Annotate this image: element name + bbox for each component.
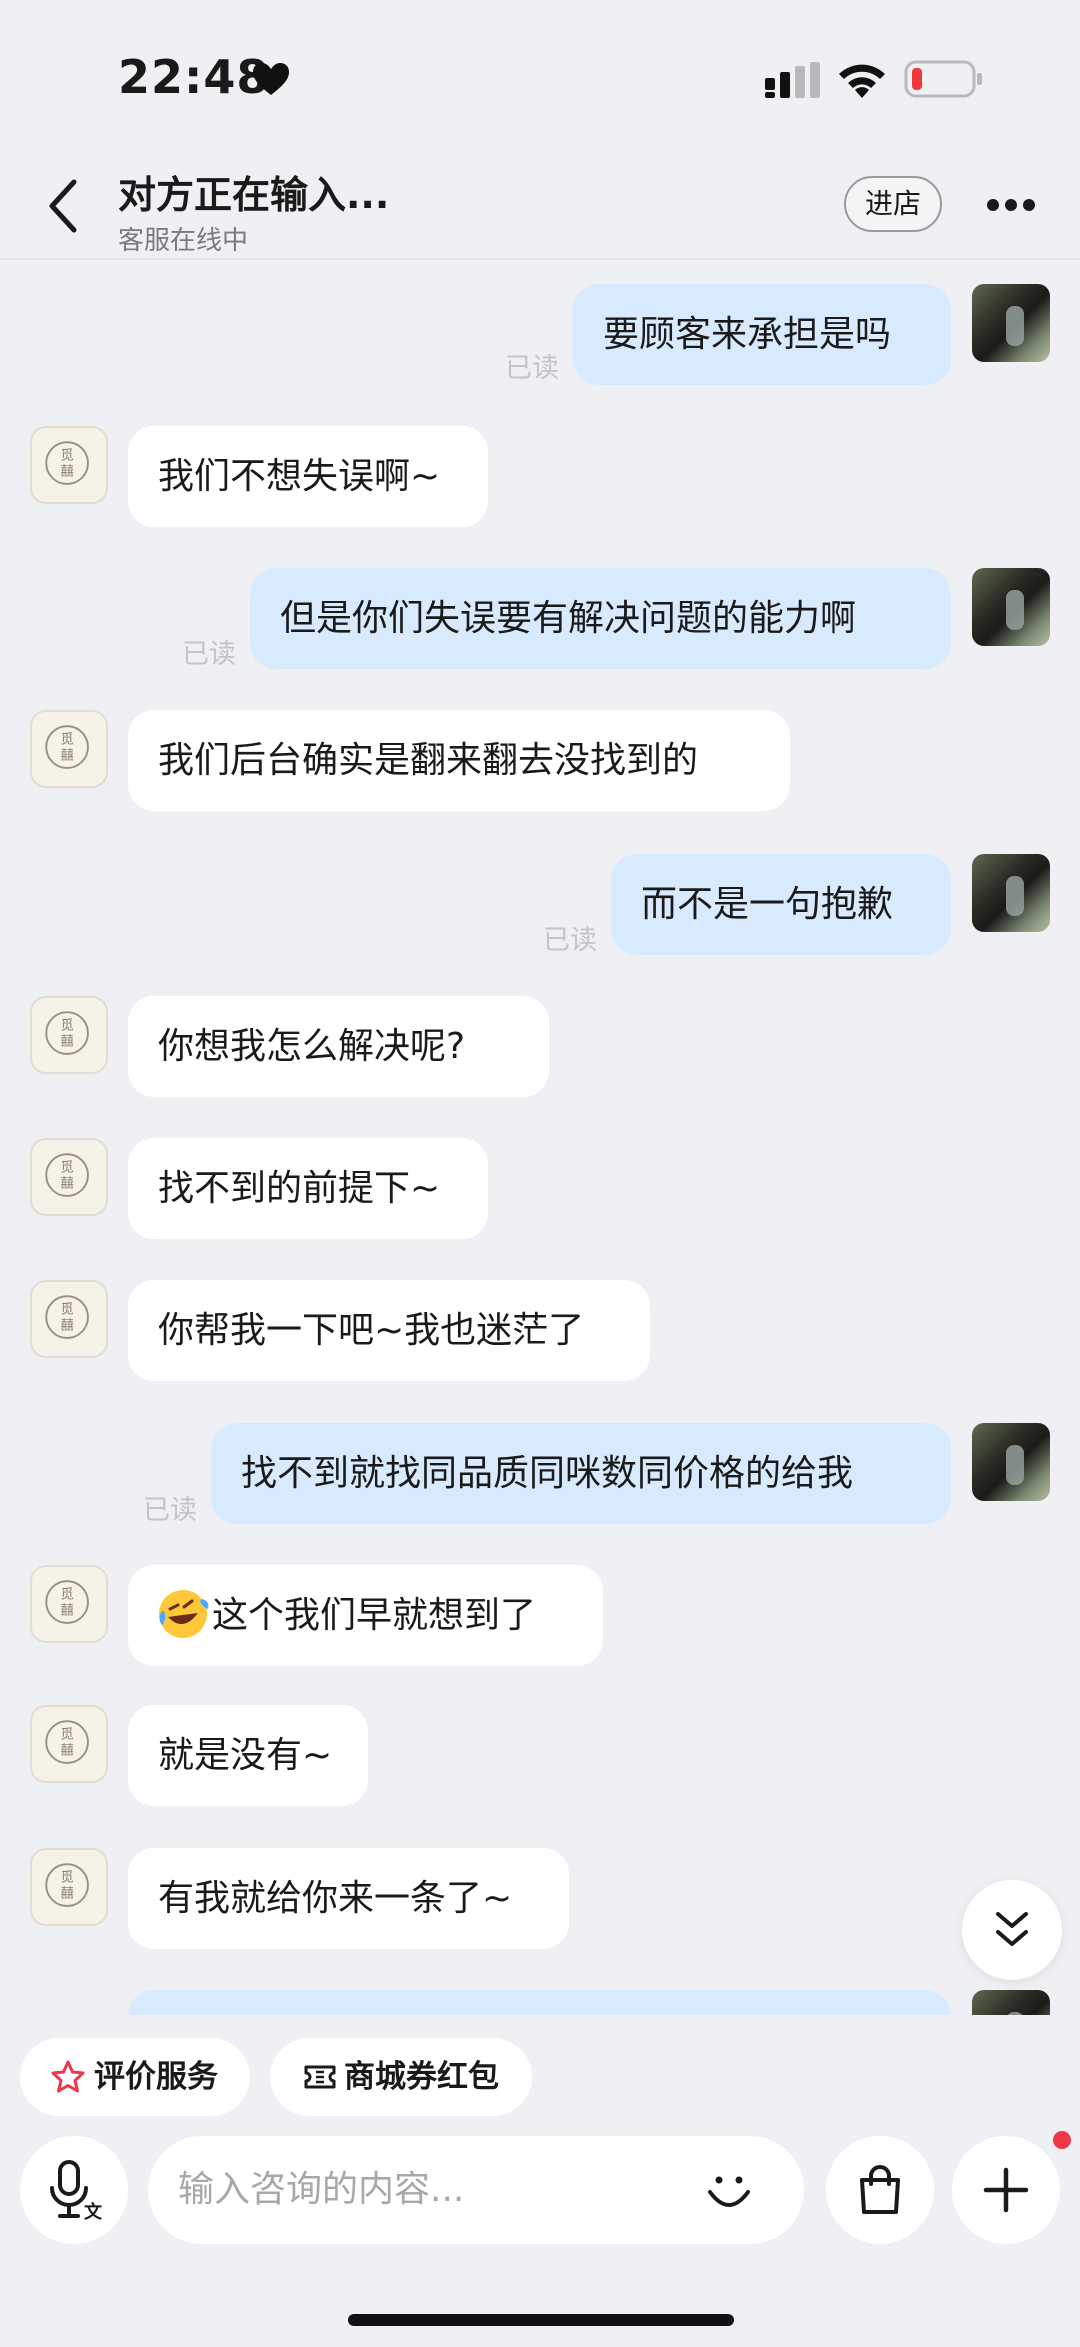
shop-avatar[interactable]: 觅囍 [30, 1848, 108, 1926]
user-avatar[interactable] [972, 1423, 1050, 1501]
svg-text:觅: 觅 [60, 1159, 73, 1175]
svg-text:觅: 觅 [60, 1301, 73, 1317]
wifi-icon [839, 64, 885, 98]
svg-text:文: 文 [84, 2201, 103, 2220]
voice-input-icon: 文 [50, 2160, 103, 2220]
enter-store-button[interactable]: 进店 [844, 176, 942, 232]
shopping-bag-icon [860, 2165, 900, 2214]
read-receipt: 已读 [143, 1495, 197, 1526]
star-icon [51, 2060, 85, 2093]
read-receipt: 已读 [543, 925, 597, 956]
message-list[interactable]: 已读 要顾客来承担是吗 觅囍 我们不想失误啊~ 已读 但是你们失误要有解决问题的… [0, 260, 1080, 2015]
message-bubble[interactable]: 就是没有~ [128, 1705, 368, 1806]
chat-title: 对方正在输入... [118, 173, 390, 217]
plus-button[interactable] [952, 2136, 1060, 2244]
svg-text:囍: 囍 [60, 463, 73, 479]
user-avatar[interactable] [972, 568, 1050, 646]
message-bubble[interactable]: 你想我怎么解决呢? [128, 996, 549, 1097]
shop-avatar[interactable]: 觅囍 [30, 710, 108, 788]
voice-input-button[interactable]: 文 [20, 2136, 128, 2244]
svg-text:囍: 囍 [60, 1175, 73, 1191]
chat-header: 对方正在输入... 客服在线中 进店 [0, 150, 1080, 260]
plus-icon [983, 2167, 1029, 2213]
message-input[interactable]: 输入咨询的内容... [148, 2136, 804, 2244]
heart-icon [253, 63, 289, 95]
message-bubble[interactable]: 但是你们失误要有解决问题的能力啊 [250, 568, 951, 669]
shop-avatar[interactable]: 觅囍 [30, 1705, 108, 1783]
user-avatar[interactable] [972, 284, 1050, 362]
message-bubble[interactable]: 找不到就找同品质同咪数同价格的给我 [211, 1423, 951, 1524]
notification-dot [1053, 2131, 1071, 2149]
user-avatar[interactable] [972, 854, 1050, 932]
status-bar: 22:48 [0, 0, 1080, 150]
svg-text:觅: 觅 [60, 1017, 73, 1033]
svg-text:觅: 觅 [60, 1726, 73, 1742]
svg-text:觅: 觅 [60, 1869, 73, 1885]
double-chevron-down-icon [996, 1912, 1028, 1946]
message-bubble[interactable]: 我们后台确实是翻来翻去没找到的 [128, 710, 790, 811]
message-text: 这个我们早就想到了 [212, 1595, 537, 1636]
svg-text:觅: 觅 [60, 447, 73, 463]
home-indicator [348, 2314, 734, 2326]
shop-avatar[interactable]: 觅囍 [30, 1138, 108, 1216]
svg-text:囍: 囍 [60, 1742, 73, 1758]
message-bubble[interactable]: 你帮我一下吧~我也迷茫了 [128, 1280, 650, 1381]
svg-text:囍: 囍 [60, 1317, 73, 1333]
product-button[interactable] [826, 2136, 934, 2244]
smiley-icon[interactable] [704, 2166, 754, 2216]
svg-text:囍: 囍 [60, 747, 73, 763]
svg-text:囍: 囍 [60, 1033, 73, 1049]
signal-icon [765, 62, 820, 98]
shop-avatar[interactable]: 觅囍 [30, 996, 108, 1074]
message-bubble[interactable]: 有我就给你来一条了~ [128, 1848, 569, 1949]
read-receipt: 已读 [505, 353, 559, 384]
input-bar: 文 输入咨询的内容... [0, 2130, 1080, 2260]
back-icon[interactable] [44, 178, 84, 234]
mall-coupon-button[interactable]: 商城券红包 [270, 2038, 532, 2116]
svg-text:觅: 觅 [60, 1586, 73, 1602]
message-bubble[interactable]: 这个我们早就想到了 [128, 1565, 603, 1666]
svg-text:囍: 囍 [60, 1602, 73, 1618]
battery-icon [904, 60, 982, 98]
shop-avatar[interactable]: 觅囍 [30, 1280, 108, 1358]
scroll-down-button[interactable] [962, 1880, 1062, 1980]
more-icon[interactable] [986, 198, 1036, 212]
shop-avatar[interactable]: 觅囍 [30, 426, 108, 504]
message-bubble[interactable]: 找不到的前提下~ [128, 1138, 488, 1239]
message-bubble[interactable] [128, 1990, 951, 2015]
coupon-icon [304, 2065, 336, 2089]
rate-service-button[interactable]: 评价服务 [20, 2038, 250, 2116]
read-receipt: 已读 [182, 639, 236, 670]
laughing-crying-emoji [159, 1590, 209, 1638]
message-input-placeholder: 输入咨询的内容... [178, 2169, 465, 2210]
online-status: 客服在线中 [118, 226, 249, 256]
message-bubble[interactable]: 而不是一句抱歉 [611, 854, 951, 955]
shop-avatar[interactable]: 觅囍 [30, 1565, 108, 1643]
status-time: 22:48 [118, 50, 270, 104]
mall-coupon-label: 商城券红包 [344, 2059, 499, 2095]
message-bubble[interactable]: 我们不想失误啊~ [128, 426, 488, 527]
svg-text:囍: 囍 [60, 1885, 73, 1901]
user-avatar[interactable] [972, 1990, 1050, 2015]
message-bubble[interactable]: 要顾客来承担是吗 [573, 284, 951, 385]
rate-service-label: 评价服务 [94, 2059, 218, 2095]
svg-text:觅: 觅 [60, 731, 73, 747]
